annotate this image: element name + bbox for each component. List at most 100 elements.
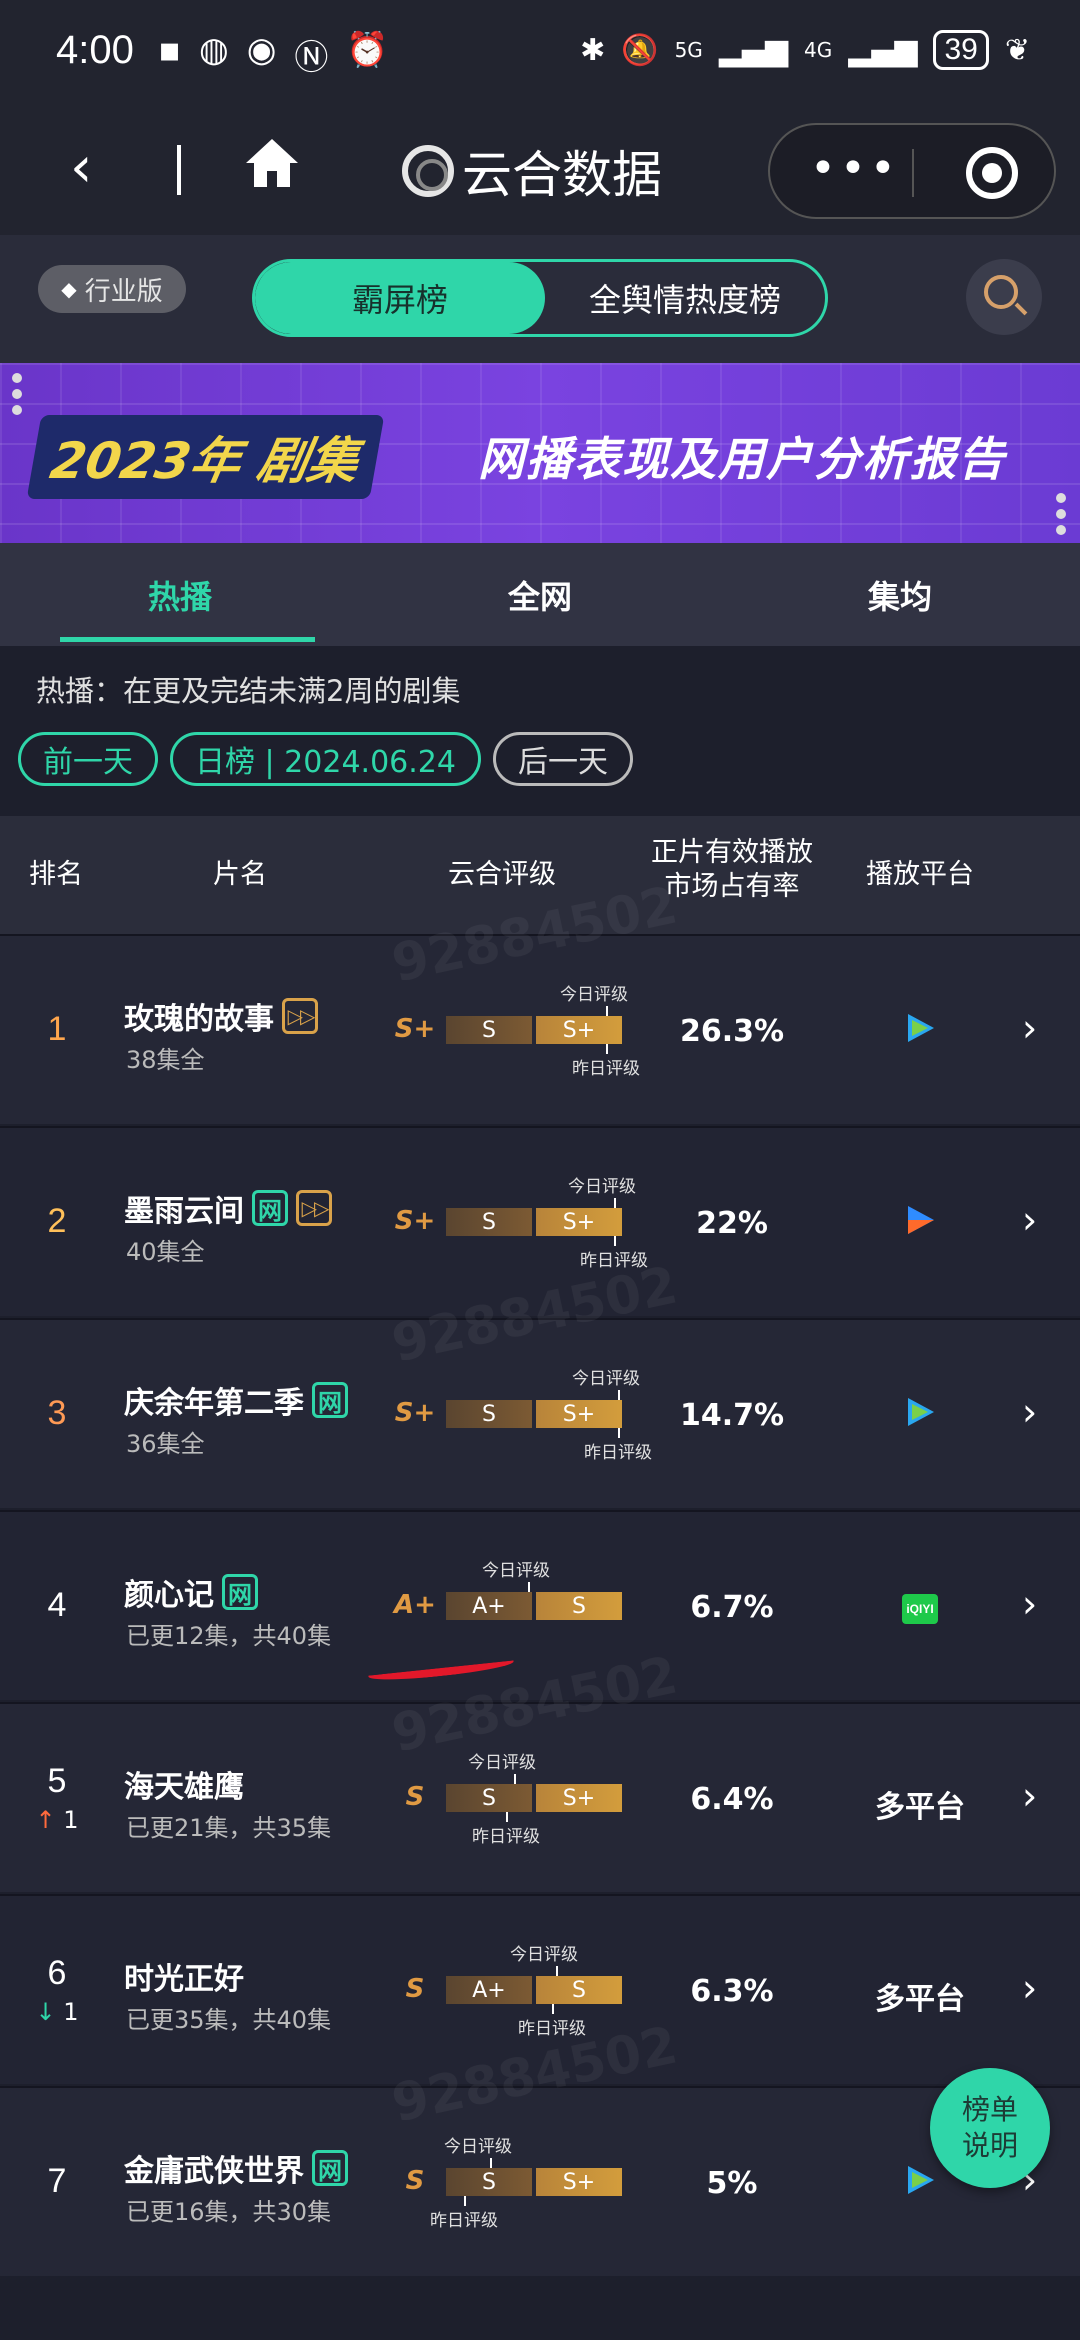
row-episodes: 已更12集，共40集 (126, 1622, 332, 1650)
tab-all-network[interactable]: 全网 (360, 543, 720, 646)
row-grade: S+ (394, 1014, 436, 1044)
row-title: 海天雄鹰 (124, 1762, 244, 1806)
search-button[interactable] (966, 259, 1042, 335)
table-row[interactable]: 3 庆余年第二季网 36集全 S+ S S+ 今日评级 昨日评级 14.7% › (0, 1318, 1080, 1508)
float-line1: 榜单 (961, 2093, 1018, 2126)
iqiyi-icon: iQIYI (860, 1586, 980, 1624)
row-share: 6.3% (690, 1974, 774, 2009)
date-navigation: 前一天 日榜 | 2024.06.24 后一天 (18, 732, 633, 786)
grade-segment-left: S (446, 2168, 532, 2196)
today-marker (618, 1390, 620, 1400)
tab-hot[interactable]: 热播 (0, 543, 360, 646)
row-title: 庆余年第二季网 (124, 1378, 348, 1422)
eye-icon: ◉ (246, 30, 277, 70)
search-icon (984, 275, 1018, 309)
grade-segment-right: S+ (536, 1400, 622, 1428)
tab-bapingbang[interactable]: 霸屏榜 (255, 262, 545, 334)
yesterday-marker (618, 1428, 620, 1438)
header-rank: 排名 (29, 859, 83, 890)
grade-segment-right: S+ (536, 1784, 622, 1812)
row-rank: 3 (47, 1394, 67, 1432)
grade-segment-left: S (446, 1016, 532, 1044)
row-episodes: 已更35集，共40集 (126, 2006, 332, 2034)
today-label: 今日评级 (568, 1177, 636, 1197)
close-miniapp-icon[interactable] (966, 147, 1018, 199)
leaf-icon: ❦ (1004, 32, 1030, 68)
row-episodes: 40集全 (126, 1238, 205, 1266)
today-marker (490, 2158, 492, 2168)
web-drama-badge: 网 (252, 1190, 288, 1226)
drama-title: 颜心记 (124, 1578, 214, 1613)
row-rank: 6 (47, 1954, 67, 1992)
web-drama-badge: 网 (312, 1382, 348, 1418)
grade-segment-left: S (446, 1400, 532, 1428)
today-marker (556, 1966, 558, 1976)
row-episodes: 38集全 (126, 1046, 205, 1074)
float-line2: 说明 (961, 2129, 1018, 2162)
home-icon[interactable] (242, 133, 302, 193)
row-title: 墨雨云间网 ▷▷ (124, 1186, 332, 1230)
chevron-right-icon[interactable]: › (1022, 1390, 1037, 1434)
grade-segment-right: S (536, 1592, 622, 1620)
row-grade: S (405, 1974, 425, 2004)
tab-full-sentiment[interactable]: 全舆情热度榜 (545, 262, 825, 334)
down-arrow-icon: ↓ (35, 1998, 56, 2026)
drama-title: 海天雄鹰 (124, 1770, 244, 1805)
banner-dots-right (1056, 493, 1070, 541)
chevron-right-icon[interactable]: › (1022, 1006, 1037, 1050)
row-share: 22% (696, 1206, 768, 1241)
chevron-right-icon[interactable]: › (1022, 1774, 1037, 1818)
yesterday-marker (614, 1236, 616, 1246)
tencent-video-icon (860, 1394, 980, 1438)
row-episodes: 已更21集，共35集 (126, 1814, 332, 1842)
row-grade: S+ (394, 1398, 436, 1428)
drama-title: 庆余年第二季 (124, 1386, 304, 1421)
grade-segment-left: A+ (446, 1592, 532, 1620)
industry-version-button[interactable]: ◆ 行业版 (38, 265, 186, 313)
grade-bar: S S+ (446, 2168, 622, 2196)
table-row[interactable]: 7 金庸武侠世界网已更16集，共30集 S S S+ 今日评级 昨日评级 5% › (0, 2086, 1080, 2276)
date-picker-button[interactable]: 日榜 | 2024.06.24 (170, 732, 481, 786)
row-title: 玫瑰的故事 ▷▷ (124, 994, 318, 1038)
chevron-right-icon[interactable]: › (1022, 1198, 1037, 1242)
yesterday-marker (464, 2196, 466, 2206)
banner-title: 网播表现及用户分析报告 (478, 432, 1006, 486)
grade-bar: A+ S (446, 1592, 622, 1620)
yesterday-label: 昨日评级 (430, 2211, 498, 2231)
yesterday-label: 昨日评级 (572, 1059, 640, 1079)
grade-bar: S S+ (446, 1784, 622, 1812)
more-icon[interactable]: ••• (810, 143, 900, 194)
back-icon[interactable]: ‹ (70, 135, 92, 200)
today-label: 今日评级 (510, 1945, 578, 1965)
ranking-explanation-button[interactable]: 榜单 说明 (930, 2068, 1050, 2188)
diamond-icon: ◆ (61, 277, 77, 301)
signal-bars-icon: ▂▄▆ (718, 32, 789, 68)
report-banner[interactable]: 2023年 剧集 网播表现及用户分析报告 (0, 363, 1080, 543)
chevron-right-icon[interactable]: › (1022, 1582, 1037, 1626)
row-episodes: 已更16集，共30集 (126, 2198, 332, 2226)
status-time: 4:00 (56, 28, 134, 72)
drama-title: 时光正好 (124, 1962, 244, 1997)
drama-title: 玫瑰的故事 (124, 1002, 274, 1037)
list-description: 热播：在更及完结未满2周的剧集 (36, 674, 461, 708)
mute-icon: 🔕 (621, 32, 659, 68)
chevron-right-icon[interactable]: › (1022, 1966, 1037, 2010)
table-row[interactable]: 4 颜心记网已更12集，共40集 A+ A+ S 今日评级 6.7% iQIYI › (0, 1510, 1080, 1700)
grade-bar: S S+ (446, 1400, 622, 1428)
nav-separator (177, 145, 181, 195)
row-title: 金庸武侠世界网 (124, 2146, 348, 2190)
tencent-video-icon (860, 1010, 980, 1054)
prev-day-button[interactable]: 前一天 (18, 732, 158, 786)
today-label: 今日评级 (560, 985, 628, 1005)
fast-forward-icon: ▷▷ (282, 998, 318, 1034)
next-day-button[interactable]: 后一天 (492, 732, 633, 786)
row-grade: S (405, 1782, 425, 1812)
miniapp-capsule: ••• (768, 123, 1056, 219)
grade-segment-left: S (446, 1784, 532, 1812)
tab-episode-average[interactable]: 集均 (720, 543, 1080, 646)
grade-segment-right: S+ (536, 1016, 622, 1044)
row-grade: S (405, 2166, 425, 2196)
rank-trend: ↓ 1 (30, 1998, 84, 2026)
signal-bars-icon-2: ▂▄▆ (848, 32, 918, 68)
row-rank: 5 (47, 1762, 67, 1800)
